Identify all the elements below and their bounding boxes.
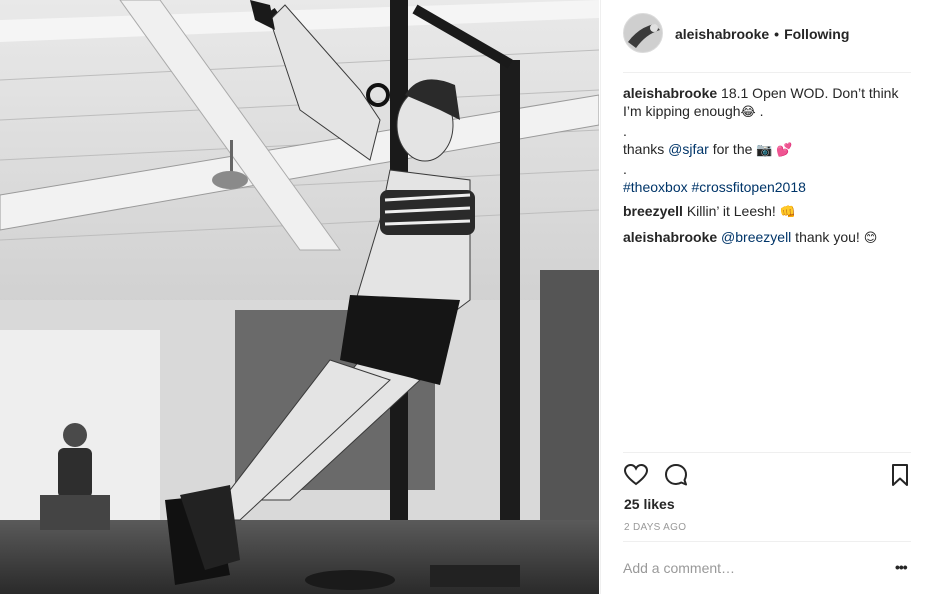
comment-username[interactable]: breezyell	[623, 203, 683, 219]
post-photo[interactable]	[0, 0, 599, 594]
caption-thanks-line: thanks @sjfar for the 📷 💕	[623, 140, 913, 160]
comment-item: aleishabrooke @breezyell thank you! 😊	[623, 228, 913, 248]
laughing-emoji-icon: 😂	[740, 105, 756, 120]
bookmark-icon[interactable]	[887, 462, 913, 488]
following-button[interactable]: Following	[784, 26, 849, 42]
header-username[interactable]: aleishabrooke	[675, 26, 769, 42]
fist-bump-emoji-icon: 👊	[779, 205, 796, 220]
caption-thanks-prefix: thanks	[623, 141, 669, 157]
avatar-image	[624, 14, 662, 52]
hearts-emoji-icon: 💕	[776, 143, 793, 158]
more-options-button[interactable]: •••	[895, 560, 911, 576]
hashtag-theoxbox[interactable]: #theoxbox	[623, 179, 688, 195]
avatar[interactable]	[623, 13, 663, 53]
comment-username[interactable]: aleishabrooke	[623, 229, 717, 245]
caption-hashtags: #theoxbox #crossfitopen2018	[623, 178, 913, 196]
comments-section: aleishabrooke 18.1 Open WOD. Don’t think…	[623, 84, 913, 248]
mention-sjfar[interactable]: @sjfar	[668, 141, 709, 157]
header-text: aleishabrooke • Following	[675, 26, 849, 42]
likes-count[interactable]: 25 likes	[624, 496, 675, 512]
post-timestamp[interactable]: 2 DAYS AGO	[624, 522, 686, 533]
camera-emoji-icon: 📷	[756, 143, 773, 158]
comment-item: breezyell Killin’ it Leesh! 👊	[623, 202, 913, 222]
caption-line1-end: .	[755, 103, 764, 119]
gym-photo-illustration	[0, 0, 599, 594]
caption: aleishabrooke 18.1 Open WOD. Don’t think…	[623, 84, 913, 122]
action-icons-row	[623, 462, 911, 488]
post-header: aleishabrooke • Following	[623, 13, 911, 73]
post-side-panel: aleishabrooke • Following aleishabrooke …	[600, 0, 934, 594]
header-bullet: •	[774, 26, 780, 42]
smile-emoji-icon: 😊	[863, 231, 878, 246]
add-comment-bar: •••	[623, 541, 911, 594]
caption-dot-2: .	[623, 161, 627, 177]
comment-text: thank you!	[791, 229, 864, 245]
caption-thanks-middle: for the	[708, 141, 757, 157]
caption-dot-1: .	[623, 123, 627, 139]
comment-icon[interactable]	[663, 462, 689, 488]
hashtag-crossfitopen2018[interactable]: #crossfitopen2018	[692, 179, 806, 195]
mention-breezyell[interactable]: @breezyell	[721, 229, 791, 245]
caption-username[interactable]: aleishabrooke	[623, 85, 717, 101]
heart-icon[interactable]	[623, 462, 649, 488]
comment-text: Killin’ it Leesh!	[682, 203, 780, 219]
comment-input[interactable]	[623, 560, 873, 576]
